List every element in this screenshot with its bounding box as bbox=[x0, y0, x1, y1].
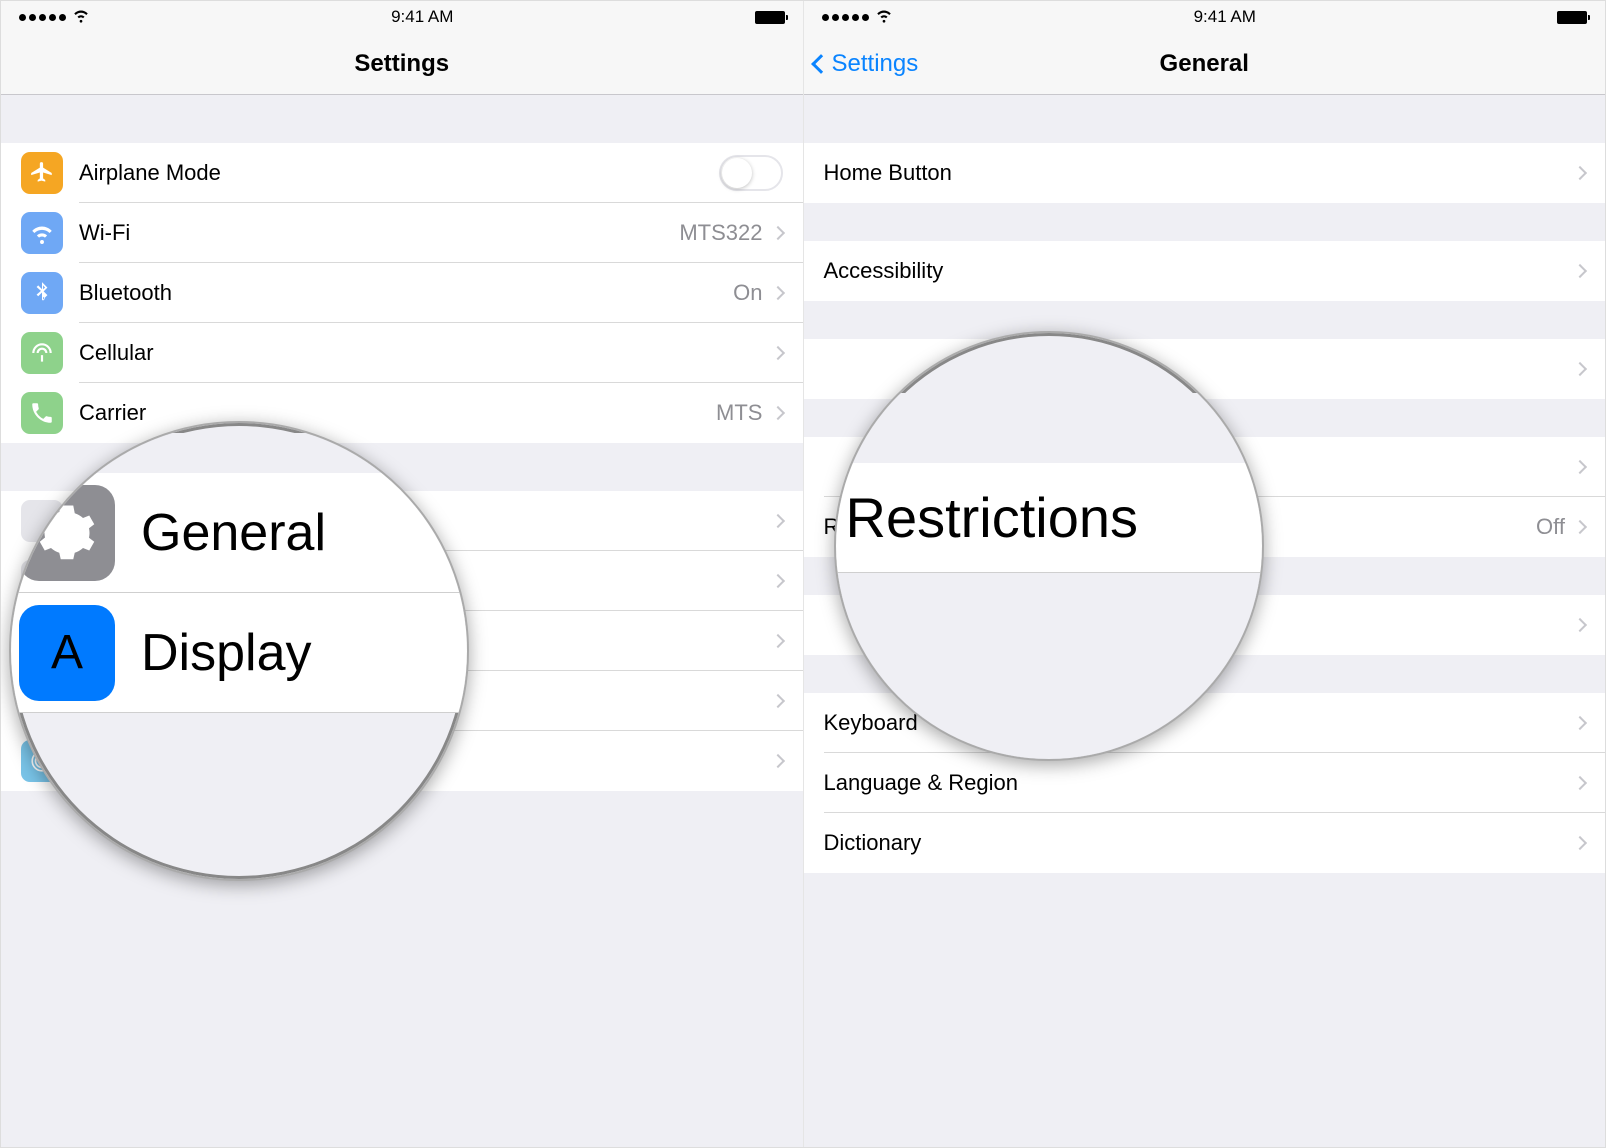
row-language-region[interactable]: Language & Region bbox=[804, 753, 1606, 813]
chevron-right-icon bbox=[1573, 716, 1587, 730]
row-label: Accessibility bbox=[824, 258, 1576, 284]
chevron-right-icon bbox=[1573, 362, 1587, 376]
cellular-icon bbox=[21, 332, 63, 374]
magnifier-label: Restrictions bbox=[846, 485, 1139, 550]
chevron-left-icon bbox=[811, 54, 831, 74]
group-gap bbox=[804, 301, 1606, 339]
row-value: On bbox=[733, 280, 762, 306]
status-time: 9:41 AM bbox=[1194, 7, 1256, 27]
row-dictionary[interactable]: Dictionary bbox=[804, 813, 1606, 873]
row-value: MTS bbox=[716, 400, 762, 426]
display-icon: A bbox=[19, 605, 115, 701]
magnifier-restrictions: Restrictions bbox=[834, 331, 1264, 761]
nav-header: Settings General bbox=[804, 33, 1606, 95]
screen-settings: 9:41 AM Settings Airplane Mode Wi-Fi MTS… bbox=[1, 1, 804, 1147]
row-airplane-mode[interactable]: Airplane Mode bbox=[1, 143, 803, 203]
row-label: Cellular bbox=[79, 340, 773, 366]
chevron-right-icon bbox=[1573, 520, 1587, 534]
row-label: Wi-Fi bbox=[79, 220, 679, 246]
magnifier-label: Display bbox=[141, 623, 312, 683]
group-gap bbox=[804, 95, 1606, 143]
magnifier-general: General A Display bbox=[9, 421, 469, 881]
chevron-right-icon bbox=[770, 694, 784, 708]
chevron-right-icon bbox=[770, 286, 784, 300]
row-label: Dictionary bbox=[824, 830, 1576, 856]
chevron-right-icon bbox=[770, 634, 784, 648]
chevron-right-icon bbox=[1573, 618, 1587, 632]
row-cellular[interactable]: Cellular bbox=[1, 323, 803, 383]
status-bar: 9:41 AM bbox=[1, 1, 803, 33]
page-title: Settings bbox=[354, 50, 449, 78]
chevron-right-icon bbox=[770, 514, 784, 528]
row-wifi[interactable]: Wi-Fi MTS322 bbox=[1, 203, 803, 263]
row-home-button[interactable]: Home Button bbox=[804, 143, 1606, 203]
chevron-right-icon bbox=[1573, 836, 1587, 850]
wifi-status-icon bbox=[72, 6, 90, 29]
chevron-right-icon bbox=[1573, 776, 1587, 790]
row-value: Off bbox=[1536, 514, 1565, 540]
chevron-right-icon bbox=[770, 346, 784, 360]
chevron-right-icon bbox=[1573, 460, 1587, 474]
airplane-icon bbox=[21, 152, 63, 194]
row-label: Home Button bbox=[824, 160, 1576, 186]
row-bluetooth[interactable]: Bluetooth On bbox=[1, 263, 803, 323]
chevron-right-icon bbox=[1573, 264, 1587, 278]
row-accessibility[interactable]: Accessibility bbox=[804, 241, 1606, 301]
page-title: General bbox=[1160, 50, 1249, 78]
chevron-right-icon bbox=[770, 754, 784, 768]
phone-icon bbox=[21, 392, 63, 434]
chevron-right-icon bbox=[770, 574, 784, 588]
nav-header: Settings bbox=[1, 33, 803, 95]
wifi-status-icon bbox=[875, 6, 893, 29]
magnifier-label: General bbox=[141, 503, 326, 563]
row-label: Airplane Mode bbox=[79, 160, 719, 186]
battery-icon bbox=[755, 11, 785, 24]
row-value: MTS322 bbox=[679, 220, 762, 246]
gear-icon bbox=[19, 485, 115, 581]
signal-dots-icon bbox=[19, 14, 66, 21]
row-label: Bluetooth bbox=[79, 280, 733, 306]
back-button[interactable]: Settings bbox=[814, 33, 919, 94]
screen-general: 9:41 AM Settings General Home Button Acc… bbox=[804, 1, 1606, 1147]
row-label: Carrier bbox=[79, 400, 716, 426]
chevron-right-icon bbox=[770, 226, 784, 240]
airplane-toggle[interactable] bbox=[719, 155, 783, 191]
chevron-right-icon bbox=[1573, 166, 1587, 180]
group-gap bbox=[1, 95, 803, 143]
signal-dots-icon bbox=[822, 14, 869, 21]
battery-icon bbox=[1557, 11, 1587, 24]
back-label: Settings bbox=[832, 50, 919, 78]
bluetooth-icon bbox=[21, 272, 63, 314]
chevron-right-icon bbox=[770, 406, 784, 420]
status-bar: 9:41 AM bbox=[804, 1, 1606, 33]
status-time: 9:41 AM bbox=[391, 7, 453, 27]
row-label: Language & Region bbox=[824, 770, 1576, 796]
group-gap bbox=[804, 203, 1606, 241]
wifi-icon bbox=[21, 212, 63, 254]
